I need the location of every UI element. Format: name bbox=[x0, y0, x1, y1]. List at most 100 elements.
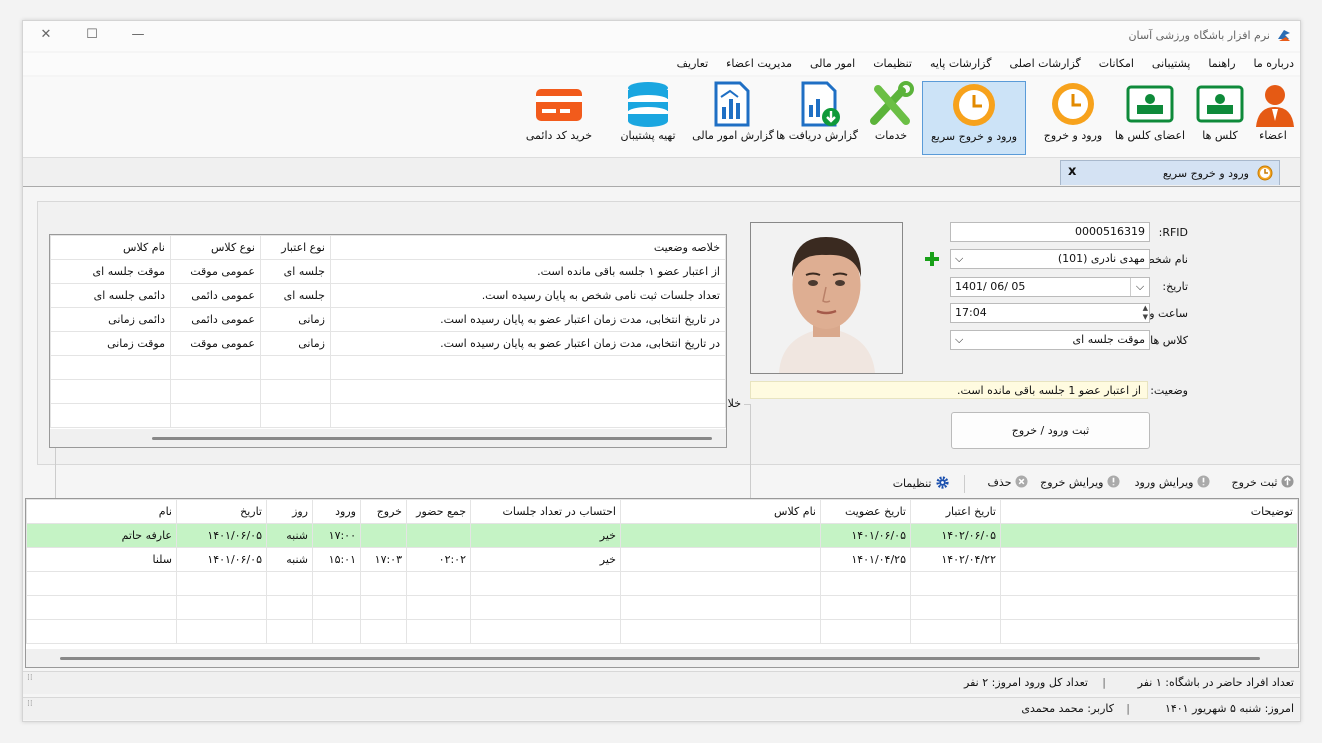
submit-entry-exit-button[interactable]: ثبت ورود / خروج bbox=[951, 412, 1150, 449]
rfid-input[interactable]: 0000516319 bbox=[950, 222, 1150, 242]
calendar-dropdown-icon[interactable]: ⌵ bbox=[1130, 278, 1149, 296]
settings-button[interactable]: تنظیمات bbox=[893, 475, 950, 490]
grid-column-header[interactable]: توضیحات bbox=[1000, 499, 1298, 524]
table-cell: خیر bbox=[470, 547, 621, 572]
ribbon-button-7[interactable]: گزارش امور مالی bbox=[690, 81, 776, 153]
menu-item-2[interactable]: امور مالی bbox=[810, 57, 855, 70]
ribbon-button-4[interactable]: ورود و خروج سریع bbox=[922, 81, 1026, 155]
summary-row[interactable] bbox=[50, 403, 726, 428]
summary-cell: در تاریخ انتخابی، مدت زمان اعتبار عضو به… bbox=[330, 307, 726, 332]
table-cell: ۱۴۰۱/۰۶/۰۵ bbox=[176, 523, 267, 548]
menu-item-6[interactable]: امکانات bbox=[1099, 57, 1134, 70]
database-icon bbox=[623, 81, 673, 127]
table-row[interactable] bbox=[26, 571, 1298, 596]
table-row[interactable] bbox=[26, 619, 1298, 644]
menu-item-5[interactable]: گزارشات اصلی bbox=[1009, 57, 1080, 70]
ribbon-button-9[interactable]: خرید کد دائمی bbox=[518, 81, 600, 153]
summary-row[interactable]: موقت جلسه ای عمومی موقت جلسه ای از اعتبار ع… bbox=[50, 259, 726, 284]
table-cell bbox=[312, 619, 361, 644]
grid-column-header[interactable]: تاریخ اعتبار bbox=[910, 499, 1001, 524]
grid-column-header[interactable]: نام کلاس bbox=[620, 499, 821, 524]
edit-exit-button[interactable]: ویرایش خروج bbox=[1040, 475, 1120, 489]
tab-close-button[interactable]: x bbox=[1068, 164, 1076, 179]
table-cell: ۱۴۰۲/۰۴/۲۲ bbox=[910, 547, 1001, 572]
summary-row[interactable] bbox=[50, 379, 726, 404]
grid-column-header[interactable]: جمع حضور bbox=[406, 499, 471, 524]
menu-item-7[interactable]: پشتیبانی bbox=[1152, 57, 1190, 70]
summary-row[interactable] bbox=[50, 355, 726, 380]
class-select[interactable]: موقت جلسه ای ⌵ bbox=[950, 330, 1150, 350]
delete-icon bbox=[1015, 475, 1028, 488]
register-exit-button[interactable]: ثبت خروج bbox=[1232, 475, 1294, 489]
resize-grip-icon: ⁞⁞ bbox=[27, 699, 33, 709]
summary-cell bbox=[260, 355, 331, 380]
summary-column-header[interactable]: نام کلاس bbox=[50, 235, 171, 260]
window-title: نرم افزار باشگاه ورزشی آسان bbox=[1128, 29, 1270, 42]
summary-row[interactable]: دائمی جلسه ای عمومی دائمی جلسه ای تعداد جلس… bbox=[50, 283, 726, 308]
table-row[interactable] bbox=[26, 595, 1298, 620]
clock-icon bbox=[949, 82, 999, 128]
date-picker[interactable]: 1401/ 06/ 05 ⌵ bbox=[950, 277, 1150, 297]
grid-horizontal-scrollbar[interactable] bbox=[26, 649, 1298, 667]
settings-label: تنظیمات bbox=[892, 477, 932, 490]
table-cell bbox=[312, 571, 361, 596]
maximize-button[interactable]: ☐ bbox=[81, 25, 103, 45]
ribbon-button-0[interactable]: اعضاء bbox=[1250, 81, 1296, 153]
grid-column-header[interactable]: تاریخ عضویت bbox=[820, 499, 911, 524]
person-value: مهدی نادری (101) bbox=[1057, 252, 1145, 265]
table-cell bbox=[406, 595, 471, 620]
ribbon-button-1[interactable]: کلس ها bbox=[1194, 81, 1246, 153]
ribbon-button-6[interactable]: گزارش دریافت ها bbox=[776, 81, 858, 153]
edit-exit-label: ویرایش خروج bbox=[1040, 476, 1104, 489]
grid-column-header[interactable]: احتساب در تعداد جلسات bbox=[470, 499, 621, 524]
summary-column-header[interactable]: خلاصه وضعیت bbox=[330, 235, 726, 260]
summary-column-header[interactable]: نوع اعتبار bbox=[260, 235, 331, 260]
menu-item-8[interactable]: راهنما bbox=[1208, 57, 1235, 70]
edit-entry-label: ویرایش ورود bbox=[1134, 476, 1194, 489]
menu-item-0[interactable]: تعاریف bbox=[677, 57, 708, 70]
table-cell bbox=[620, 547, 821, 572]
grid-column-header[interactable]: خروج bbox=[360, 499, 407, 524]
ribbon-button-8[interactable]: تهیه پشتیبان bbox=[608, 81, 688, 153]
edit-entry-button[interactable]: ویرایش ورود bbox=[1135, 475, 1210, 489]
add-person-button[interactable] bbox=[922, 249, 942, 269]
minimize-button[interactable]: — bbox=[127, 25, 149, 45]
attendance-grid[interactable]: نام تاریخ روز ورود خروج جمع حضور احتساب در تعد… bbox=[25, 498, 1299, 668]
table-row[interactable]: سلنا ۱۴۰۱/۰۶/۰۵ شنبه ۱۵:۰۱ ۱۷:۰۳ ۰۲:۰۲ خیر ۱۴۰۱… bbox=[26, 547, 1298, 572]
delete-button[interactable]: حذف bbox=[988, 475, 1028, 489]
summary-grid[interactable]: نام کلاس نوع کلاس نوع اعتبار خلاصه وضعیت مو… bbox=[49, 234, 727, 448]
table-cell bbox=[910, 595, 1001, 620]
clock-icon bbox=[1257, 165, 1273, 181]
menu-item-1[interactable]: مدیریت اعضاء bbox=[726, 57, 792, 70]
close-window-button[interactable]: ✕ bbox=[35, 25, 57, 45]
chevron-down-icon: ⌵ bbox=[955, 252, 964, 265]
register-exit-label: ثبت خروج bbox=[1231, 476, 1278, 489]
grid-column-header[interactable]: روز bbox=[266, 499, 313, 524]
ribbon-button-5[interactable]: خدمات bbox=[862, 81, 920, 153]
table-cell bbox=[470, 571, 621, 596]
summary-column-header[interactable]: نوع کلاس bbox=[170, 235, 261, 260]
person-select[interactable]: مهدی نادری (101) ⌵ bbox=[950, 249, 1150, 269]
time-spinner-icon[interactable]: ▲ ▼ bbox=[1143, 304, 1148, 322]
table-row[interactable]: عارفه حاتم ۱۴۰۱/۰۶/۰۵ شنبه ۱۷:۰۰ خیر ۱۴۰۱/۰۶/… bbox=[26, 523, 1298, 548]
date-label: تاریخ: bbox=[1162, 280, 1188, 293]
time-input[interactable]: 17:04 ▲ ▼ bbox=[950, 303, 1150, 323]
ribbon-button-3[interactable]: ورود و خروج bbox=[1042, 81, 1104, 153]
grid-column-header[interactable]: نام bbox=[26, 499, 177, 524]
summary-row[interactable]: دائمی زمانی عمومی دائمی زمانی در تاریخ انتخ… bbox=[50, 307, 726, 332]
summary-horizontal-scrollbar[interactable] bbox=[50, 429, 726, 447]
menu-item-3[interactable]: تنظیمات bbox=[873, 57, 912, 70]
tab-quick-entry-exit[interactable]: ورود و خروج سریع x bbox=[1060, 160, 1280, 185]
toolbar-divider bbox=[964, 475, 965, 493]
table-cell bbox=[176, 595, 267, 620]
table-cell bbox=[820, 619, 911, 644]
grid-column-header[interactable]: تاریخ bbox=[176, 499, 267, 524]
status-divider: | bbox=[1102, 676, 1106, 689]
table-cell bbox=[266, 619, 313, 644]
summary-row[interactable]: موقت زمانی عمومی موقت زمانی در تاریخ انتخاب… bbox=[50, 331, 726, 356]
table-cell: ۱۷:۰۰ bbox=[312, 523, 361, 548]
ribbon-button-2[interactable]: اعضای کلس ها bbox=[1108, 81, 1192, 153]
grid-column-header[interactable]: ورود bbox=[312, 499, 361, 524]
menu-item-9[interactable]: درباره ما bbox=[1254, 57, 1294, 70]
menu-item-4[interactable]: گزارشات پایه bbox=[930, 57, 991, 70]
